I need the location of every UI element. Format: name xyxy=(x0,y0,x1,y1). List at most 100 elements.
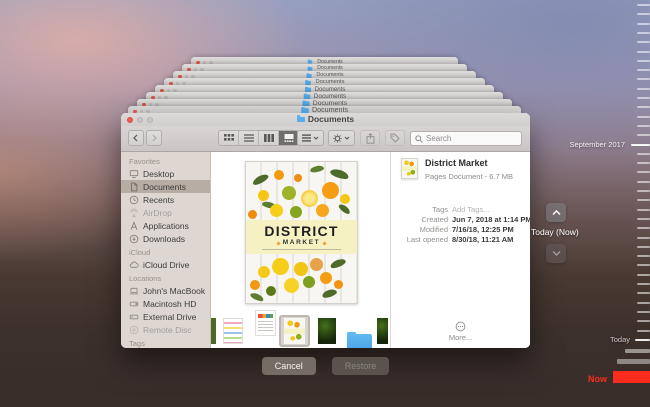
navigate-forward-in-time-button[interactable] xyxy=(546,244,566,263)
timeline-tick[interactable] xyxy=(637,255,650,257)
photo-thumbnail[interactable] xyxy=(377,318,388,344)
timeline-tick[interactable] xyxy=(637,311,650,313)
timeline-tick[interactable] xyxy=(637,320,650,322)
current-snapshot-label: Today (Now) xyxy=(531,227,579,237)
sidebar-item-label: John's MacBook xyxy=(143,286,205,296)
desktop-icon xyxy=(129,169,139,179)
sidebar-item-recents[interactable]: Recents xyxy=(121,193,210,206)
icon-view-button[interactable] xyxy=(219,131,239,145)
more-button[interactable]: More... xyxy=(391,321,530,342)
timeline-tick[interactable] xyxy=(637,237,650,239)
restore-button[interactable]: Restore xyxy=(332,357,390,375)
sidebar-section-locations: Locations xyxy=(121,271,210,284)
sidebar-item-external-drive[interactable]: External Drive xyxy=(121,310,210,323)
window-title: Documents xyxy=(297,115,354,124)
timeline-tick[interactable] xyxy=(637,209,650,211)
search-input[interactable]: Search xyxy=(410,131,522,146)
sidebar-item-desktop[interactable]: Desktop xyxy=(121,167,210,180)
timeline-tick[interactable] xyxy=(637,199,650,201)
toolbar: Search xyxy=(121,126,530,152)
sidebar-item-macintosh-hd[interactable]: Macintosh HD xyxy=(121,297,210,310)
cancel-button[interactable]: Cancel xyxy=(262,357,316,375)
timeline-tick[interactable] xyxy=(637,283,650,285)
sidebar-item-downloads[interactable]: Downloads xyxy=(121,232,210,245)
partial-doc-thumbnail[interactable] xyxy=(211,318,216,344)
share-button[interactable] xyxy=(360,130,380,146)
document-preview[interactable]: DISTRICT MARKET xyxy=(245,161,358,304)
back-button[interactable] xyxy=(128,130,144,146)
timeline-tick[interactable] xyxy=(637,60,650,62)
document-banner: DISTRICT MARKET xyxy=(246,220,357,254)
timeline-recent-bar[interactable] xyxy=(625,349,650,353)
district-market-thumbnail[interactable] xyxy=(283,317,306,345)
timeline-tick[interactable] xyxy=(637,190,650,192)
banner-tagline-line xyxy=(262,249,342,251)
timeline-tick[interactable] xyxy=(637,264,650,266)
selected-thumbnail-box[interactable] xyxy=(279,315,310,347)
window-title-text: Documents xyxy=(308,115,354,124)
sidebar-item-icloud-drive[interactable]: iCloud Drive xyxy=(121,258,210,271)
timeline-tick[interactable] xyxy=(637,97,650,99)
forward-button[interactable] xyxy=(146,130,162,146)
timeline-tick[interactable] xyxy=(637,88,650,90)
more-label: More... xyxy=(449,333,472,342)
file-metadata: TagsAdd Tags...CreatedJun 7, 2018 at 1:1… xyxy=(391,205,526,245)
striped-doc-thumbnail[interactable] xyxy=(223,318,243,344)
tags-button[interactable] xyxy=(385,130,405,146)
sidebar-item-john-s-macbook[interactable]: John's MacBook xyxy=(121,284,210,297)
text-doc-thumbnail[interactable] xyxy=(255,310,276,336)
timeline-tick[interactable] xyxy=(637,171,650,173)
timeline-tick[interactable] xyxy=(637,246,650,248)
hdd-icon xyxy=(129,299,139,309)
close-button[interactable] xyxy=(127,117,133,123)
timeline-tick[interactable] xyxy=(637,153,650,155)
sidebar-item-label: External Drive xyxy=(143,312,196,322)
group-button[interactable] xyxy=(297,130,324,146)
sidebar-item-remote-disc[interactable]: Remote Disc xyxy=(121,323,210,336)
timeline-tick[interactable] xyxy=(637,51,650,53)
timeline-tick[interactable] xyxy=(637,274,650,276)
sidebar-item-documents[interactable]: Documents xyxy=(121,180,210,193)
plant-photo-thumbnail[interactable] xyxy=(318,318,336,344)
action-gear-button[interactable] xyxy=(328,130,355,146)
timeline-tick[interactable] xyxy=(637,181,650,183)
timeline-tick[interactable] xyxy=(637,23,650,25)
timeline-tick[interactable] xyxy=(637,292,650,294)
list-view-button[interactable] xyxy=(239,131,259,145)
view-mode-switcher xyxy=(218,130,299,146)
timeline-tick[interactable] xyxy=(637,116,650,118)
timeline-tick[interactable] xyxy=(637,302,650,304)
finder-content: FavoritesDesktopDocumentsRecentsAirDropA… xyxy=(121,152,530,348)
timeline-tick[interactable] xyxy=(637,218,650,220)
chevron-up-icon xyxy=(552,209,561,216)
navigate-back-in-time-button[interactable] xyxy=(546,203,566,222)
sidebar-item-applications[interactable]: Applications xyxy=(121,219,210,232)
column-view-button[interactable] xyxy=(259,131,279,145)
timeline-tick[interactable] xyxy=(637,4,650,6)
timeline-tick[interactable] xyxy=(637,13,650,15)
gallery-view-button[interactable] xyxy=(279,131,298,145)
recents-icon xyxy=(129,195,139,205)
folder-thumbnail[interactable] xyxy=(347,334,372,348)
timeline-tick[interactable] xyxy=(637,162,650,164)
timeline-tick[interactable] xyxy=(637,32,650,34)
sidebar-item-airdrop[interactable]: AirDrop xyxy=(121,206,210,219)
banner-title: DISTRICT xyxy=(264,224,338,238)
timeline-now-bar[interactable] xyxy=(613,371,650,383)
timeline-month-label: September 2017 xyxy=(570,140,625,149)
timeline-tick[interactable] xyxy=(637,78,650,80)
timeline-tick[interactable] xyxy=(637,227,650,229)
finder-window: Documents xyxy=(121,113,530,348)
timeline-tick[interactable] xyxy=(637,106,650,108)
timeline-tick[interactable] xyxy=(637,330,650,332)
timeline-tick[interactable] xyxy=(637,125,650,127)
timeline-tick[interactable] xyxy=(637,69,650,71)
timeline-tick[interactable] xyxy=(637,41,650,43)
document-icon xyxy=(129,182,139,192)
timeline-recent-bar[interactable] xyxy=(617,359,650,364)
timeline-tick[interactable] xyxy=(637,134,650,136)
sidebar-section-favorites: Favorites xyxy=(121,154,210,167)
timeline-tick-september-2017[interactable] xyxy=(631,144,650,147)
time-machine-timeline: September 2017TodayNow xyxy=(520,0,650,407)
timeline-tick-today[interactable] xyxy=(635,339,650,341)
